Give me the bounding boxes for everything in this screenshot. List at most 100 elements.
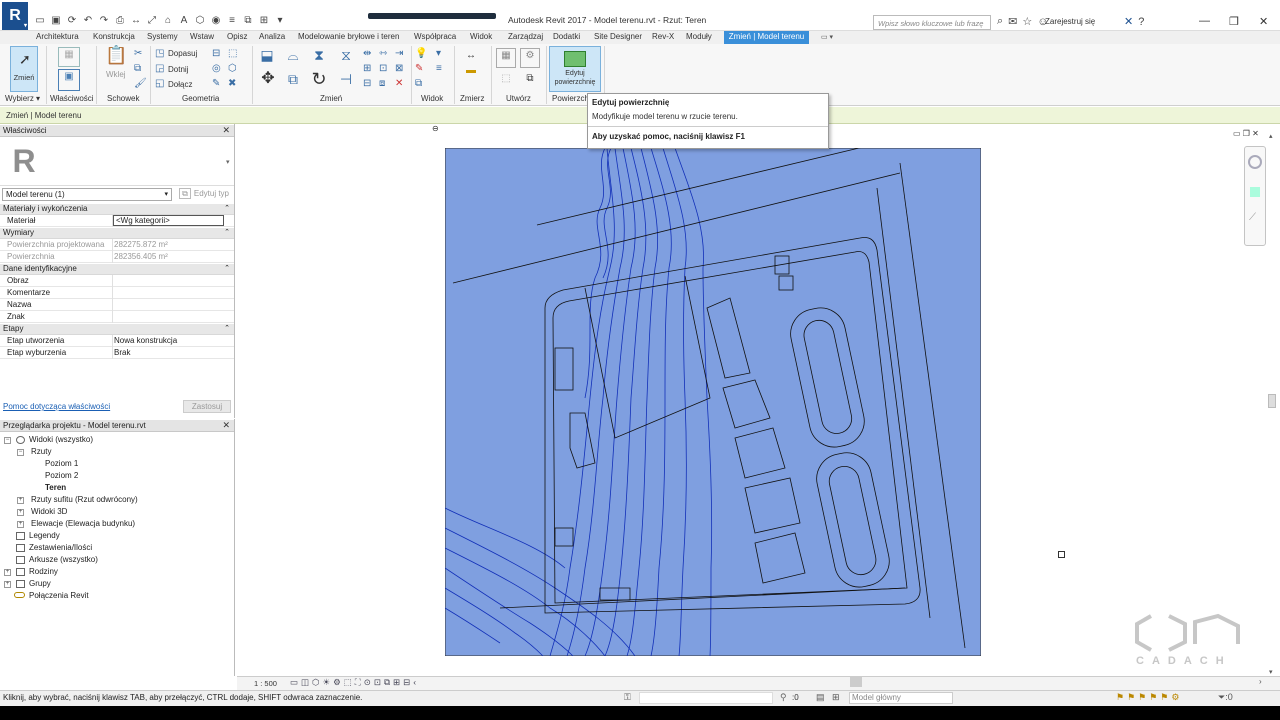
create-similar-icon[interactable]: ⧉ — [520, 72, 540, 90]
paint-icon[interactable]: ◎ — [212, 62, 221, 76]
edit-surface-button[interactable]: Edytuj powierzchnię — [549, 46, 601, 92]
category-identity[interactable]: Dane identyfikacyjne ⌃ — [0, 264, 234, 275]
worksets-icon[interactable]: ⚿ — [624, 692, 631, 703]
horizontal-scrollbar-thumb[interactable] — [850, 677, 862, 687]
worksets-select[interactable] — [639, 692, 773, 704]
tree-node-sheets[interactable]: Arkusze (wszystko) — [29, 555, 98, 564]
property-row[interactable]: Obraz — [0, 275, 234, 287]
restore-button[interactable]: ❐ — [1229, 15, 1239, 28]
geometry-cope-label[interactable]: Dopasuj — [168, 49, 197, 58]
crop-region-handle-icon[interactable]: ⊖ — [432, 124, 439, 133]
tab-architecture[interactable]: Architektura — [36, 31, 79, 44]
switch-windows-icon[interactable]: ⊞ — [258, 15, 270, 27]
properties-icon[interactable]: ▣ — [58, 69, 80, 91]
expand-icon[interactable]: + — [4, 569, 11, 576]
pin-icon[interactable]: ⊠ — [395, 62, 403, 76]
tab-site-designer[interactable]: Site Designer — [594, 31, 642, 44]
trim-icon[interactable]: ⊣ — [336, 72, 356, 90]
delete-icon[interactable]: ✕ — [395, 77, 403, 91]
offset-icon[interactable]: ⌓ — [283, 48, 303, 66]
tree-node-site[interactable]: Teren — [45, 483, 66, 492]
view-window-controls[interactable]: ▭ ❐ ✕ — [1233, 129, 1259, 138]
array-icon[interactable]: ⊞ — [363, 62, 371, 76]
tab-systems[interactable]: Systemy — [147, 31, 178, 44]
expand-icon[interactable]: + — [4, 581, 11, 588]
category-materials[interactable]: Materiały i wykończenia ⌃ — [0, 204, 234, 215]
mirror-axis-icon[interactable]: ⧗ — [309, 48, 329, 66]
scroll-up-icon[interactable]: ▴ — [1269, 132, 1273, 140]
copy-icon[interactable]: ⧉ — [134, 62, 141, 76]
category-phasing[interactable]: Etapy ⌃ — [0, 324, 234, 335]
measure-distance-icon[interactable]: ↔ — [458, 49, 484, 63]
remove-paint-icon[interactable]: ✖ — [228, 77, 236, 91]
design-options-icon[interactable]: ▤ — [816, 692, 825, 703]
tree-node-groups[interactable]: Grupy — [29, 579, 51, 588]
split-element-icon[interactable]: ⇹ — [363, 47, 371, 61]
sign-in-link[interactable]: Zarejestruj się — [1045, 17, 1095, 26]
expand-icon[interactable]: + — [17, 521, 24, 528]
redo-icon[interactable]: ↷ — [98, 15, 110, 27]
editable-only-icon[interactable]: ⊞ — [832, 692, 840, 703]
pan-icon[interactable]: ⟋ — [1249, 212, 1256, 223]
collapse-icon[interactable]: − — [17, 449, 24, 456]
tab-addins[interactable]: Dodatki — [553, 31, 580, 44]
align-icon[interactable]: ⬓ — [258, 48, 276, 66]
customize-qat-icon[interactable]: ▾ — [274, 15, 286, 27]
filter-icon[interactable]: ⏷:0 — [1218, 692, 1233, 703]
elevation-marker-icon[interactable] — [1058, 551, 1065, 558]
edit-type-button[interactable]: ⧉ Edytuj typ — [176, 188, 232, 201]
selection-filter-icons[interactable]: ⚑⚑⚑⚑⚑⚙ — [1116, 692, 1182, 703]
tab-collaborate[interactable]: Współpraca — [414, 31, 456, 44]
revit-app-menu-button[interactable]: R ▾ — [2, 2, 28, 30]
measure-icon[interactable]: ↔ — [130, 15, 142, 27]
panel-select-label[interactable]: Wybierz — [5, 94, 34, 103]
scroll-down-icon[interactable]: ▾ — [1269, 668, 1273, 676]
override-icon[interactable]: ≡ — [436, 62, 442, 76]
tree-node-floor-plans[interactable]: Rzuty — [31, 447, 51, 456]
collapse-icon[interactable]: ⌃ — [224, 324, 230, 334]
view-scale[interactable]: 1 : 500 — [254, 679, 277, 688]
tree-node-level-1[interactable]: Poziom 1 — [45, 459, 78, 468]
mirror-draw-icon[interactable]: ⧖ — [336, 48, 356, 66]
favorites-icon[interactable]: ☆ — [1022, 15, 1032, 28]
save-icon[interactable]: ▣ — [50, 15, 62, 27]
dimension-icon[interactable]: ⤢ — [146, 15, 158, 27]
tab-modules[interactable]: Moduły — [686, 31, 712, 44]
rotate-icon[interactable]: ↻ — [309, 70, 329, 90]
exchange-apps-icon[interactable]: ✕ — [1124, 15, 1133, 28]
view-filter-icon[interactable]: ⧉ — [415, 77, 422, 91]
tree-node-legends[interactable]: Legendy — [29, 531, 60, 540]
ribbon-minimize-icon[interactable]: ▭ ▾ — [821, 33, 839, 41]
tree-node-views[interactable]: Widoki (wszystko) — [29, 435, 93, 444]
tab-manage[interactable]: Zarządzaj — [508, 31, 543, 44]
close-icon[interactable]: ✕ — [222, 125, 230, 136]
split-gap-icon[interactable]: ⇿ — [379, 47, 387, 61]
search-input[interactable]: Wpisz słowo kluczowe lub frazę — [873, 15, 991, 30]
tree-node-schedules[interactable]: Zestawienia/Ilości — [29, 543, 92, 552]
tree-node-elevations[interactable]: Elewacje (Elewacja budynku) — [31, 519, 135, 528]
tab-modify-toposurface[interactable]: Zmień | Model terenu — [724, 31, 809, 44]
sync-icon[interactable]: ⟳ — [66, 15, 78, 27]
tree-node-3d-views[interactable]: Widoki 3D — [31, 507, 67, 516]
tab-insert[interactable]: Wstaw — [190, 31, 214, 44]
expand-icon[interactable]: + — [17, 497, 24, 504]
override-graphics-icon[interactable]: ▾ — [436, 47, 441, 61]
property-row[interactable]: Komentarze — [0, 287, 234, 299]
expand-icon[interactable]: + — [17, 509, 24, 516]
geometry-cut-label[interactable]: Dotnij — [168, 65, 188, 74]
panel-select-dropdown-icon[interactable]: ▾ — [36, 94, 40, 103]
collapse-icon[interactable]: ⌃ — [224, 204, 230, 214]
paint-brush-icon[interactable]: ✎ — [212, 77, 220, 91]
main-model-select[interactable]: Model główny — [849, 692, 953, 704]
toposurface-plan[interactable] — [445, 148, 981, 656]
join-icon[interactable]: ◱ — [155, 77, 164, 91]
collapse-icon[interactable]: ⌃ — [224, 228, 230, 238]
category-dimensions[interactable]: Wymiary ⌃ — [0, 228, 234, 239]
hide-element-icon[interactable]: 💡 — [415, 47, 427, 61]
tree-node-revit-links[interactable]: Połączenia Revit — [29, 591, 89, 600]
apply-button[interactable]: Zastosuj — [183, 400, 231, 413]
tree-node-families[interactable]: Rodziny — [29, 567, 58, 576]
wall-joins-icon[interactable]: ⊟ — [212, 47, 220, 61]
tag-icon[interactable]: ⌂ — [162, 15, 174, 27]
editing-requests-icon[interactable]: ⚲ — [780, 692, 787, 703]
